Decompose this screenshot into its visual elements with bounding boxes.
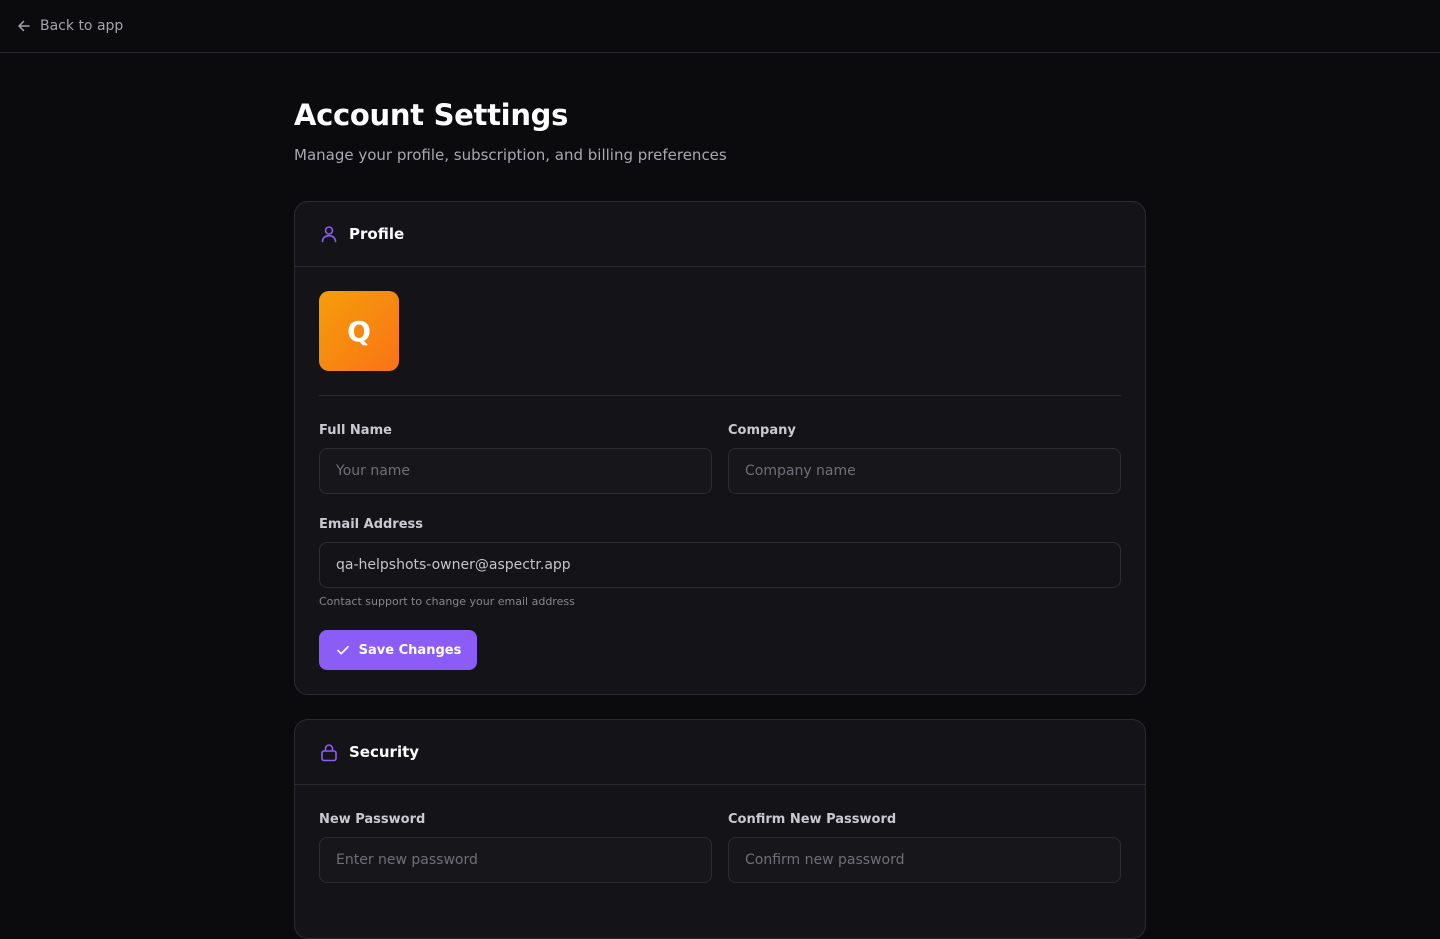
back-to-app-label: Back to app [40, 18, 124, 34]
page-subtitle: Manage your profile, subscription, and b… [294, 146, 727, 164]
company-label: Company [728, 423, 796, 438]
profile-card-header: Profile [295, 202, 1145, 267]
save-changes-button[interactable]: Save Changes [319, 630, 477, 670]
full-name-placeholder: Your name [336, 463, 411, 479]
profile-divider [319, 395, 1121, 396]
email-value: qa-helpshots-owner@aspectr.app [336, 557, 571, 573]
security-card-title: Security [349, 743, 420, 761]
lock-icon [319, 742, 339, 762]
email-hint: Contact support to change your email add… [319, 595, 575, 608]
new-password-input[interactable]: Enter new password [319, 837, 712, 883]
avatar-initial: Q [347, 314, 371, 348]
save-changes-label: Save Changes [358, 642, 462, 658]
email-label: Email Address [319, 517, 424, 532]
avatar[interactable]: Q [319, 291, 399, 371]
security-card: Security New Password Enter new password… [294, 719, 1146, 939]
confirm-password-input[interactable]: Confirm new password [728, 837, 1121, 883]
profile-card: Profile Q Full Name Your name Company Co… [294, 201, 1146, 695]
confirm-password-label: Confirm New Password [728, 812, 897, 827]
page-title: Account Settings [294, 98, 569, 132]
full-name-input[interactable]: Your name [319, 448, 712, 494]
full-name-label: Full Name [319, 423, 392, 438]
user-icon [319, 224, 339, 244]
new-password-placeholder: Enter new password [336, 852, 478, 868]
security-card-header: Security [295, 720, 1145, 785]
profile-card-title: Profile [349, 225, 405, 243]
company-placeholder: Company name [745, 463, 856, 479]
arrow-left-icon [16, 18, 32, 34]
top-bar: Back to app [0, 0, 1440, 53]
new-password-label: New Password [319, 812, 426, 827]
check-icon [335, 642, 351, 658]
company-input[interactable]: Company name [728, 448, 1121, 494]
email-field[interactable]: qa-helpshots-owner@aspectr.app [319, 542, 1121, 588]
back-to-app-link[interactable]: Back to app [16, 14, 123, 38]
confirm-password-placeholder: Confirm new password [745, 852, 905, 868]
